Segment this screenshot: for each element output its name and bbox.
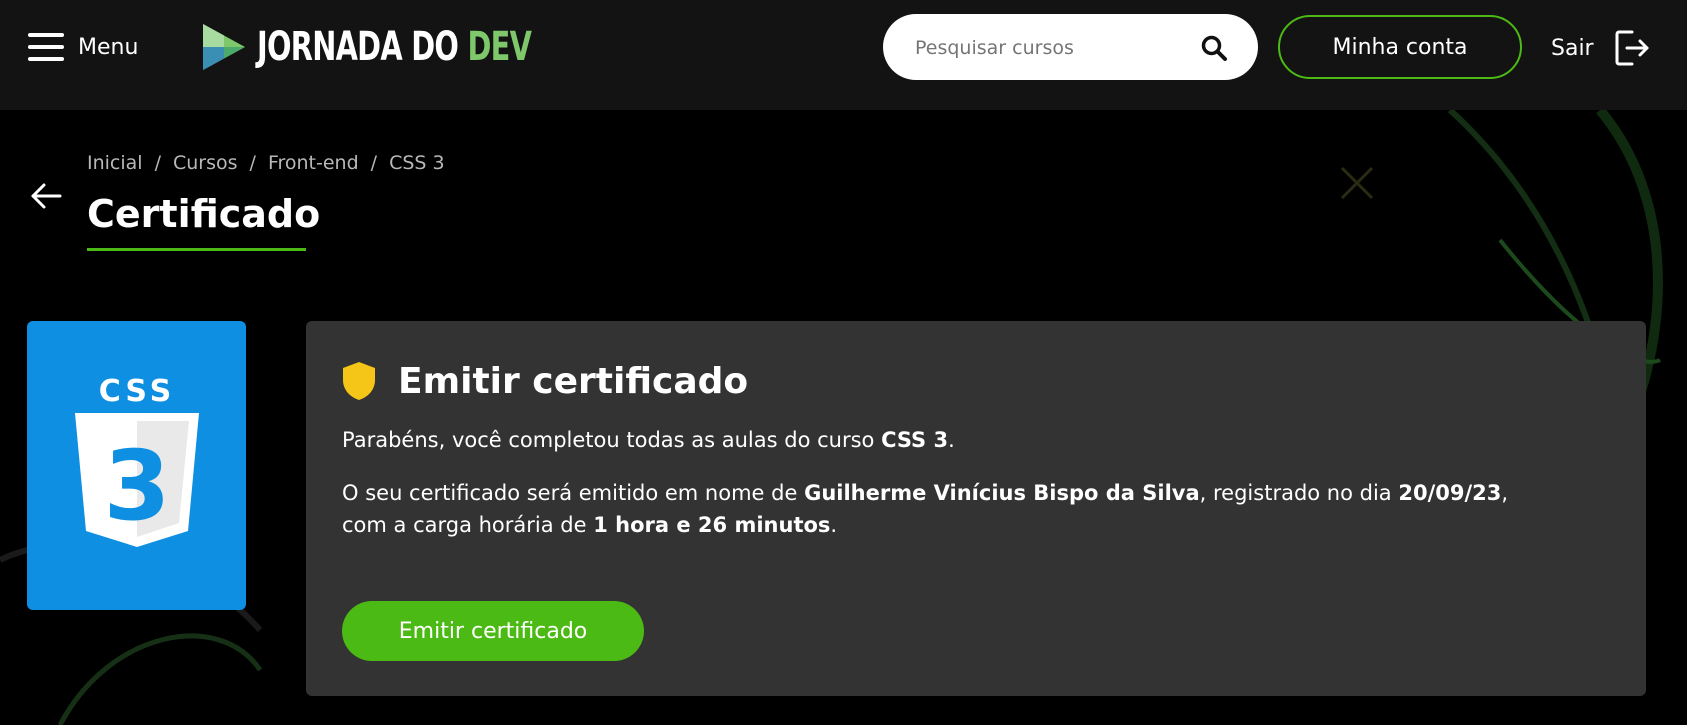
logout-label: Sair — [1551, 35, 1594, 61]
search-icon[interactable] — [1200, 34, 1228, 62]
logo-text-accent: DEV — [467, 24, 532, 70]
css-logo-number: 3 — [104, 430, 171, 542]
logout-icon — [1615, 30, 1649, 66]
card-title: Emitir certificado — [398, 360, 749, 402]
details-comma: , — [1501, 481, 1509, 505]
breadcrumb-separator: / — [249, 152, 256, 174]
breadcrumb-separator: / — [370, 152, 378, 174]
site-logo[interactable]: JORNADA DO DEV — [203, 21, 638, 73]
breadcrumb-separator: / — [154, 152, 161, 174]
completion-suffix: . — [948, 428, 955, 452]
emit-certificate-button[interactable]: Emitir certificado — [342, 601, 644, 661]
top-navigation-bar: Menu JORNADA DO DEV Minha conta Sair — [0, 0, 1687, 110]
registration-date: 20/09/23 — [1398, 481, 1502, 505]
certificate-details-line2: com a carga horária de 1 hora e 26 minut… — [342, 509, 837, 541]
registered-text: , registrado no dia — [1199, 481, 1399, 505]
logo-wordmark: JORNADA DO DEV — [257, 21, 532, 73]
breadcrumb-item-inicial[interactable]: Inicial — [87, 152, 143, 174]
shield-icon — [343, 362, 375, 400]
workload-suffix: . — [830, 513, 838, 537]
my-account-button[interactable]: Minha conta — [1278, 15, 1522, 79]
breadcrumb: Inicial / Cursos / Front-end / CSS 3 — [87, 152, 445, 174]
course-thumbnail: CSS 3 — [27, 321, 246, 610]
completion-text: Parabéns, você completou todas as aulas … — [342, 428, 882, 452]
menu-button[interactable]: Menu — [28, 29, 138, 65]
issue-text: O seu certificado será emitido em nome d… — [342, 481, 805, 505]
hamburger-icon — [28, 33, 64, 61]
logo-text-main: JORNADA DO — [257, 24, 459, 70]
course-name: CSS 3 — [881, 428, 949, 452]
play-logo-icon — [203, 24, 245, 70]
search-box — [883, 14, 1258, 80]
css3-logo-icon: CSS 3 — [75, 374, 199, 547]
certificate-details-line1: O seu certificado será emitido em nome d… — [342, 477, 1508, 509]
workload-text: com a carga horária de — [342, 513, 594, 537]
certificate-card: Emitir certificado Parabéns, você comple… — [306, 321, 1646, 696]
breadcrumb-item-css-3[interactable]: CSS 3 — [389, 152, 445, 174]
menu-label: Menu — [78, 34, 139, 60]
course-workload: 1 hora e 26 minutos — [593, 513, 831, 537]
logout-button[interactable]: Sair — [1551, 28, 1650, 68]
search-input[interactable] — [913, 27, 1197, 69]
back-arrow-icon[interactable] — [28, 178, 64, 214]
card-heading: Emitir certificado — [342, 355, 748, 407]
breadcrumb-item-front-end[interactable]: Front-end — [268, 152, 359, 174]
student-name: Guilherme Vinícius Bispo da Silva — [804, 481, 1200, 505]
title-underline — [87, 248, 306, 251]
completion-message: Parabéns, você completou todas as aulas … — [342, 424, 955, 456]
css-logo-wordmark: CSS — [99, 374, 175, 409]
page-title: Certificado — [87, 192, 321, 236]
breadcrumb-item-cursos[interactable]: Cursos — [173, 152, 238, 174]
